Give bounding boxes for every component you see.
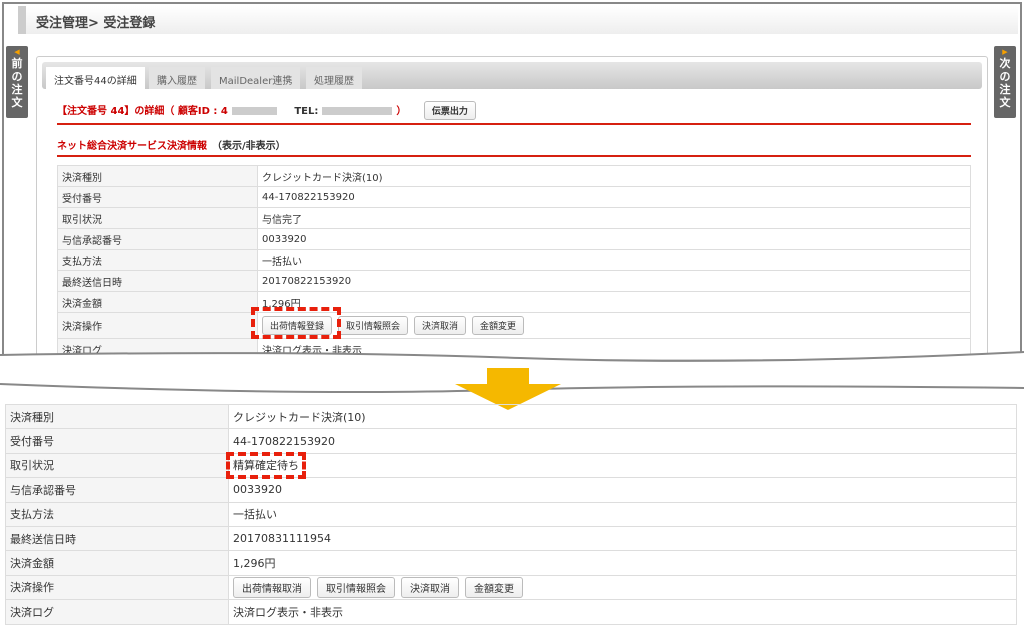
- blurred-id: [231, 107, 277, 115]
- row-label: 支払方法: [5, 501, 229, 527]
- row-label: 決済金額: [57, 291, 258, 313]
- payment-table-after: 決済種別 クレジットカード決済(10) 受付番号 44-170822153920 取引状…: [5, 403, 1017, 625]
- row-value: 一括払い: [257, 249, 971, 271]
- arrow-left-icon: ◀: [14, 48, 20, 56]
- payment-action-button[interactable]: 出荷情報取消: [233, 576, 311, 598]
- divider: [57, 155, 971, 157]
- row-value: 0033920: [257, 228, 971, 250]
- row-value: 20170822153920: [257, 270, 971, 292]
- highlight-status: [226, 452, 306, 479]
- prev-label: 前の注文: [11, 57, 23, 109]
- row-value: 出荷情報登録 取引情報照会 決済取消 金額変更: [257, 312, 971, 339]
- table-row: 最終送信日時 20170831111954: [5, 525, 1017, 552]
- table-row: 決済操作 出荷情報登録 取引情報照会 決済取消 金額変更: [57, 312, 971, 339]
- tab-purchase-history[interactable]: 購入履歴: [149, 67, 205, 89]
- payment-action-button[interactable]: 取引情報照会: [338, 316, 409, 335]
- table-row: 決済種別 クレジットカード決済(10): [5, 403, 1017, 430]
- next-order-button[interactable]: ▶ 次の注文: [994, 46, 1016, 118]
- table-row: 支払方法 一括払い: [57, 249, 971, 271]
- row-value[interactable]: 決済ログ表示・非表示: [228, 599, 1017, 625]
- table-row: 取引状況 与信完了: [57, 207, 971, 229]
- table-row: 受付番号 44-170822153920: [5, 428, 1017, 454]
- payment-action-button[interactable]: 取引情報照会: [317, 576, 395, 598]
- row-label: 与信承認番号: [5, 477, 229, 503]
- row-value: 20170831111954: [228, 525, 1017, 552]
- row-label: 決済操作: [5, 574, 229, 601]
- payment-table-before: 決済種別 クレジットカード決済(10) 受付番号 44-170822153920 取引状…: [57, 165, 971, 360]
- row-label: 最終送信日時: [57, 270, 258, 292]
- table-row: 最終送信日時 20170822153920: [57, 270, 971, 292]
- row-value: 1,296円: [228, 550, 1017, 576]
- order-panel: 注文番号44の詳細 購入履歴 MailDealer連携 処理履歴 【注文番号 4…: [36, 56, 988, 380]
- table-row: 決済金額 1,296円: [57, 291, 971, 313]
- row-label: 決済操作: [57, 312, 258, 339]
- arrow-right-icon: ▶: [1002, 48, 1008, 56]
- row-label: 与信承認番号: [57, 228, 258, 250]
- payment-action-button[interactable]: 決済取消: [414, 316, 467, 335]
- tab-bar: 注文番号44の詳細 購入履歴 MailDealer連携 処理履歴: [42, 62, 982, 91]
- tab-order-detail[interactable]: 注文番号44の詳細: [46, 67, 145, 91]
- row-value: 一括払い: [228, 501, 1017, 527]
- before-screenshot: 受注管理> 受注登録 ◀ 前の注文 ▶ 次の注文 注文番号44の詳細 購入履歴 Ma…: [2, 2, 1022, 382]
- blurred-tel: [322, 107, 393, 115]
- row-value: 0033920: [228, 477, 1017, 503]
- tel-label: TEL:: [294, 106, 319, 117]
- row-label: 決済金額: [5, 550, 229, 576]
- page-title: 受注管理> 受注登録: [18, 6, 1018, 34]
- toggle-link[interactable]: （表示/非表示）: [217, 141, 286, 152]
- row-label: 支払方法: [57, 249, 258, 271]
- slip-output-button[interactable]: 伝票出力: [423, 101, 476, 120]
- divider: [57, 123, 971, 125]
- tab-maildealer[interactable]: MailDealer連携: [211, 67, 301, 89]
- row-label: 最終送信日時: [5, 525, 229, 552]
- tab-process-history[interactable]: 処理履歴: [306, 67, 362, 89]
- highlight-ship-button: [251, 307, 341, 339]
- table-row: 与信承認番号 0033920: [57, 228, 971, 250]
- row-value: 精算確定待ち: [228, 452, 1017, 479]
- row-label: 受付番号: [5, 428, 229, 454]
- row-value: クレジットカード決済(10): [257, 165, 971, 187]
- payment-action-button[interactable]: 金額変更: [472, 316, 525, 335]
- order-title: 【注文番号 44】の詳細（ 顧客ID : 4 TEL: ） 伝票出力: [57, 101, 482, 120]
- row-label: 受付番号: [57, 186, 258, 208]
- next-label: 次の注文: [999, 57, 1011, 109]
- section-title-text: ネット総合決済サービス決済情報: [57, 141, 207, 152]
- row-label: 取引状況: [5, 452, 229, 479]
- row-label: 決済種別: [57, 165, 258, 187]
- payment-action-button[interactable]: 金額変更: [465, 576, 523, 598]
- prev-order-button[interactable]: ◀ 前の注文: [6, 46, 28, 118]
- table-row: 決済金額 1,296円: [5, 550, 1017, 576]
- row-value: 1,296円: [257, 291, 971, 313]
- row-label: 決済種別: [5, 403, 229, 430]
- row-value: クレジットカード決済(10): [228, 403, 1017, 430]
- paren: ）: [396, 106, 407, 117]
- payment-action-button[interactable]: 決済取消: [401, 576, 459, 598]
- table-row: 決済ログ 決済ログ表示・非表示: [5, 599, 1017, 625]
- row-label: 決済ログ: [5, 599, 229, 625]
- row-value: 与信完了: [257, 207, 971, 229]
- table-row: 決済操作 出荷情報取消 取引情報照会 決済取消 金額変更: [5, 574, 1017, 601]
- table-row: 与信承認番号 0033920: [5, 477, 1017, 503]
- row-label: 取引状況: [57, 207, 258, 229]
- section-title: ネット総合決済サービス決済情報 （表示/非表示）: [57, 137, 286, 152]
- order-title-text: 【注文番号 44】の詳細（ 顧客ID : 4: [57, 106, 228, 117]
- row-value: 44-170822153920: [257, 186, 971, 208]
- table-row: 支払方法 一括払い: [5, 501, 1017, 527]
- table-row: 決済種別 クレジットカード決済(10): [57, 165, 971, 187]
- table-row: 受付番号 44-170822153920: [57, 186, 971, 208]
- row-value: 44-170822153920: [228, 428, 1017, 454]
- table-row: 取引状況 精算確定待ち: [5, 452, 1017, 479]
- row-value: 出荷情報取消 取引情報照会 決済取消 金額変更: [228, 574, 1017, 601]
